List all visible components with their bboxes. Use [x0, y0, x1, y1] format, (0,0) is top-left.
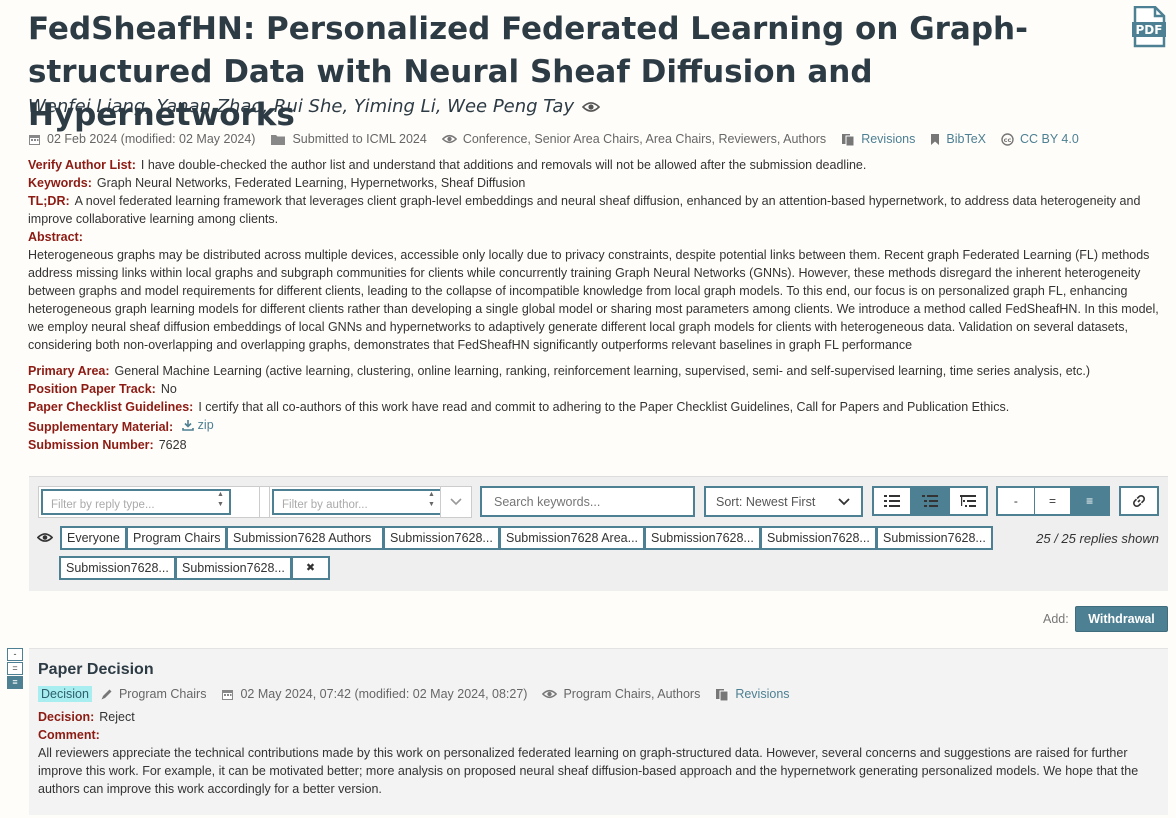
reader-chip[interactable]: Submission7628... — [760, 526, 877, 550]
folder-icon — [271, 134, 286, 145]
revisions-icon — [842, 133, 855, 146]
copy-link-button[interactable] — [1119, 486, 1159, 516]
field-checklist: Paper Checklist Guidelines: I certify tha… — [28, 400, 1010, 414]
reader-chip[interactable]: Submission7628... — [59, 556, 176, 580]
reader-chip[interactable]: Everyone — [60, 526, 127, 550]
reader-chip[interactable]: Submission7628 Area... — [499, 526, 645, 550]
note-collapse-control: - = ≡ — [7, 648, 23, 690]
note-collapse-partial[interactable]: = — [7, 662, 23, 675]
note-revisions-link[interactable]: Revisions — [715, 687, 790, 701]
reader-chip[interactable]: Submission7628... — [175, 556, 292, 580]
author-arrow-box[interactable] — [440, 486, 472, 518]
nested-list-icon — [959, 495, 976, 507]
note-readers-meta: Program Chairs, Authors — [542, 687, 700, 701]
search-input[interactable] — [480, 486, 695, 517]
revisions-link[interactable]: Revisions — [841, 132, 915, 146]
field-supplementary: Supplementary Material: zip — [28, 416, 214, 434]
chevron-down-icon — [838, 497, 850, 505]
eye-icon — [36, 532, 54, 546]
submission-fields: Verify Author List: I have double-checked… — [28, 156, 1168, 454]
replies-shown-count: 25 / 25 replies shown — [1036, 531, 1159, 546]
field-tldr: TL;DR: A novel federated learning framewo… — [28, 194, 1141, 226]
note-meta: Decision Program Chairs 02 May 2024, 07:… — [38, 686, 805, 702]
stepper-icon: ▲ ▼ — [428, 491, 435, 508]
download-icon — [181, 420, 194, 431]
add-label: Add: — [1043, 612, 1069, 626]
calendar-icon — [222, 689, 234, 700]
svg-text:PDF: PDF — [1136, 23, 1163, 37]
withdrawal-button[interactable]: Withdrawal — [1075, 606, 1168, 632]
bookmark-icon — [931, 133, 940, 145]
reader-chip[interactable]: Submission7628... — [644, 526, 761, 550]
reply-type-input[interactable]: Filter by reply type... — [41, 489, 231, 515]
revisions-icon — [716, 688, 729, 701]
note-date-meta: 02 May 2024, 07:42 (modified: 02 May 202… — [221, 687, 527, 701]
field-abstract-label: Abstract: — [28, 230, 83, 244]
link-icon — [1121, 488, 1157, 514]
forum-page: FedSheafHN: Personalized Federated Learn… — [0, 0, 1176, 818]
field-abstract: Heterogeneous graphs may be distributed … — [28, 248, 1159, 352]
pdf-icon[interactable]: PDF — [1131, 5, 1167, 48]
field-position-track: Position Paper Track: No — [28, 382, 177, 396]
invitation-badge: Decision — [38, 686, 92, 702]
supplementary-zip-link[interactable]: zip — [181, 416, 214, 434]
reader-chip[interactable]: Submission7628... — [383, 526, 500, 550]
reader-chip[interactable]: Program Chairs — [126, 526, 227, 550]
creative-commons-icon: cc — [1001, 132, 1014, 146]
chevron-down-icon — [450, 498, 462, 506]
reader-chip[interactable]: Submission7628... — [876, 526, 993, 550]
svg-text:cc: cc — [1004, 136, 1012, 144]
field-keywords: Keywords: Graph Neural Networks, Federate… — [28, 176, 526, 190]
clear-chips-button[interactable]: ✖ — [291, 556, 330, 580]
author-input[interactable]: Filter by author... — [272, 489, 442, 515]
author-filter[interactable]: Filter by author... ▲ ▼ — [269, 486, 469, 518]
note-collapse-minus[interactable]: - — [7, 648, 23, 661]
readers-meta: Conference, Senior Area Chairs, Area Cha… — [441, 132, 826, 146]
reply-type-filter[interactable]: Filter by reply type... ▲ ▼ — [38, 486, 283, 518]
eye-icon[interactable] — [582, 101, 601, 113]
note-fields: Decision: Reject Comment: All reviewers a… — [38, 708, 1160, 798]
meta-row: 02 Feb 2024 (modified: 02 May 2024) Subm… — [28, 132, 1094, 146]
pencil-icon — [101, 689, 112, 699]
field-comment-label: Comment: — [38, 728, 100, 742]
field-submission-number: Submission Number: 7628 — [28, 438, 187, 452]
sort-select[interactable]: Sort: Newest First — [704, 486, 863, 517]
field-comment: All reviewers appreciate the technical c… — [38, 746, 1139, 796]
field-primary-area: Primary Area: General Machine Learning (a… — [28, 364, 1091, 378]
collapse-partial-button[interactable]: = — [1035, 488, 1072, 514]
signature-meta: Program Chairs — [100, 687, 206, 701]
threaded-list-icon — [922, 495, 938, 507]
authors[interactable]: Wenfei Liang, Yanan Zhao, Rui She, Yimin… — [28, 96, 574, 117]
bibtex-link[interactable]: BibTeX — [930, 132, 986, 146]
collapse-level-group: - = ≡ — [996, 486, 1110, 516]
paper-title: FedSheafHN: Personalized Federated Learn… — [28, 11, 1028, 133]
layout-threaded-button[interactable] — [911, 488, 950, 514]
list-icon — [884, 495, 901, 507]
field-decision: Decision: Reject — [38, 710, 135, 724]
date-meta: 02 Feb 2024 (modified: 02 May 2024) — [28, 132, 255, 146]
authors-line: Wenfei Liang, Yanan Zhao, Rui She, Yimin… — [28, 96, 601, 117]
calendar-icon — [29, 134, 40, 145]
reader-chip[interactable]: Submission7628 Authors — [226, 526, 384, 550]
layout-nested-button[interactable] — [950, 488, 986, 514]
stepper-icon: ▲ ▼ — [217, 491, 224, 508]
layout-toggle-group — [872, 486, 988, 516]
license-link[interactable]: cc CC BY 4.0 — [1001, 132, 1079, 146]
note-collapse-full[interactable]: ≡ — [7, 676, 23, 689]
venue-meta: Submitted to ICML 2024 — [270, 132, 427, 146]
collapse-full-button[interactable]: ≡ — [1071, 488, 1108, 514]
eye-icon — [542, 689, 558, 699]
field-verify: Verify Author List: I have double-checked… — [28, 158, 867, 172]
eye-icon — [441, 134, 457, 144]
decision-note: Paper Decision Decision Program Chairs 0… — [29, 648, 1168, 815]
layout-linear-button[interactable] — [874, 488, 912, 514]
note-title: Paper Decision — [38, 661, 154, 678]
filter-panel: Filter by reply type... ▲ ▼ Filter by aut… — [29, 476, 1168, 591]
collapse-minus-button[interactable]: - — [998, 488, 1035, 514]
